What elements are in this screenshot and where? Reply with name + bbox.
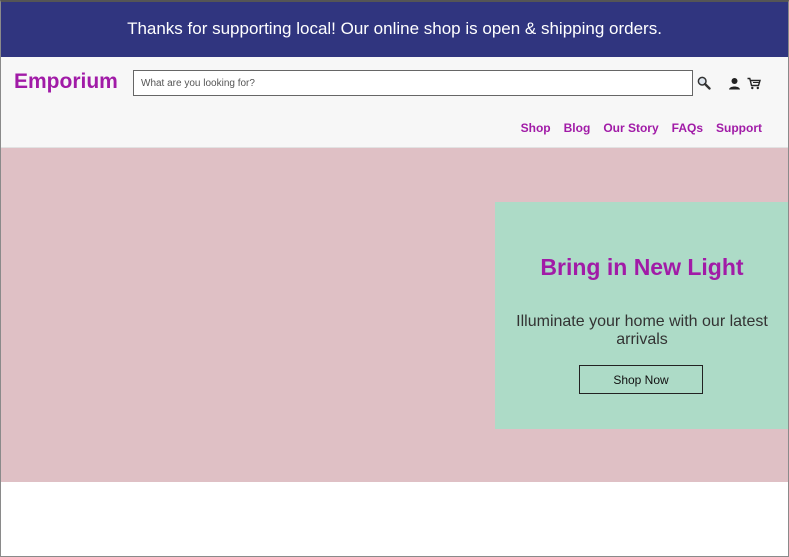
nav-our-story[interactable]: Our Story <box>603 121 658 135</box>
search-input[interactable] <box>133 70 693 96</box>
site-logo[interactable]: Emporium <box>14 70 118 94</box>
main-nav: Shop Blog Our Story FAQs Support <box>521 121 762 135</box>
hero-text: Illuminate your home with our latest arr… <box>516 313 768 348</box>
cart-button[interactable] <box>746 75 762 91</box>
search-icon <box>697 76 711 90</box>
nav-blog[interactable]: Blog <box>564 121 591 135</box>
promo-message: Thanks for supporting local! Our online … <box>127 18 662 38</box>
user-icon <box>728 77 740 89</box>
shop-now-button[interactable]: Shop Now <box>579 365 703 394</box>
hero-banner: Bring in New Light Illuminate your home … <box>0 148 789 482</box>
nav-faqs[interactable]: FAQs <box>672 121 703 135</box>
content-area <box>0 482 789 557</box>
nav-support[interactable]: Support <box>716 121 762 135</box>
site-header: Emporium Shop Blog Our Story FAQs Suppor… <box>0 57 789 148</box>
cart-icon <box>747 77 761 89</box>
promo-banner: Thanks for supporting local! Our online … <box>0 0 789 57</box>
hero-title: Bring in New Light <box>540 254 744 280</box>
search-button[interactable] <box>696 75 712 91</box>
nav-shop[interactable]: Shop <box>521 121 551 135</box>
hero-card: Bring in New Light Illuminate your home … <box>495 202 789 429</box>
account-button[interactable] <box>726 75 742 91</box>
